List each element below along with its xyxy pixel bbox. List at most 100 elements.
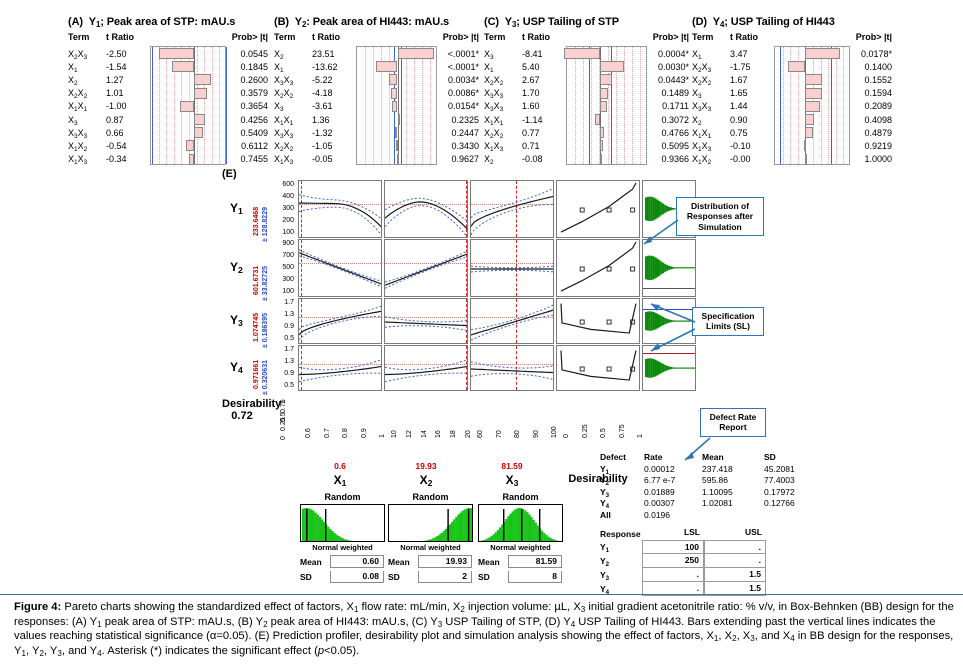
row-prob: 0.4766 xyxy=(661,127,689,138)
spec-row-usl[interactable]: . xyxy=(704,540,766,554)
profiler-cell[interactable] xyxy=(298,180,382,238)
defect-row-sd: 0.12766 xyxy=(764,498,795,508)
profiler-cell[interactable] xyxy=(470,180,554,238)
profiler-cell[interactable] xyxy=(470,345,554,391)
profiler-desirability-cell[interactable] xyxy=(556,298,640,344)
row-term: X1 xyxy=(274,61,284,74)
profiler-curve xyxy=(385,250,467,289)
spec-row-usl[interactable]: 1.5 xyxy=(704,568,766,582)
profiler-curve xyxy=(471,361,553,380)
caption-divider xyxy=(0,594,963,595)
profiler-cell[interactable] xyxy=(384,239,468,297)
profiler-factor-setting[interactable]: 19.93 xyxy=(384,461,468,471)
row-prob: 0.0004* xyxy=(657,48,689,59)
defect-row-rate: 0.00012 xyxy=(644,463,675,474)
row-term: X2X2 xyxy=(274,88,294,101)
profiler-y-tick: 600 xyxy=(282,181,294,188)
random-sd-value[interactable]: 2 xyxy=(418,571,472,583)
defect-table-row: All 0.0196 xyxy=(600,510,822,522)
defect-row-mean: 1.02081 xyxy=(702,498,733,508)
random-mean-value[interactable]: 19.93 xyxy=(418,555,472,568)
random-mean-value[interactable]: 0.60 xyxy=(330,555,384,568)
profiler-curve xyxy=(299,359,381,383)
profiler-x-tick: 0.7 xyxy=(323,428,331,438)
row-tratio: 0.71 xyxy=(522,140,540,151)
row-prob: 0.7455 xyxy=(240,154,268,165)
pareto-row: X1X3 -0.34 0.7455 xyxy=(68,153,268,166)
profiler-cell[interactable] xyxy=(298,239,382,297)
panel-title-d: (D) Y4; USP Tailing of HI443 xyxy=(692,16,835,29)
pareto-row: X2X2 0.77 0.4766 xyxy=(484,126,689,140)
row-prob: 0.9627 xyxy=(451,154,479,165)
profiler-desirability-cell[interactable] xyxy=(556,180,640,238)
row-bar-slot xyxy=(356,47,439,60)
profiler-cell[interactable] xyxy=(384,180,468,238)
row-tratio: -5.22 xyxy=(312,74,333,85)
col-header-tratio: t Ratio xyxy=(730,32,758,42)
profiler-factor-setting[interactable]: 0.6 xyxy=(298,461,382,471)
desirability-label: Desirability xyxy=(222,398,282,410)
spec-row-lsl[interactable]: . xyxy=(642,568,704,582)
profiler-predicted-value: 233.6468 xyxy=(253,206,260,236)
profiler-cell[interactable] xyxy=(384,298,468,344)
row-bar-slot xyxy=(566,126,649,139)
row-bar-slot xyxy=(356,113,439,126)
row-bar-slot xyxy=(356,100,439,113)
desirability-curve xyxy=(560,241,637,292)
random-sd-row: SD 8 xyxy=(478,571,563,583)
profiler-desirability-cell[interactable] xyxy=(556,345,640,391)
random-sd-value[interactable]: 0.08 xyxy=(330,571,384,583)
defect-table-row: Y2 6.77 e-7 595.86 77.4003 xyxy=(600,475,822,487)
pareto-header: Term t Ratio Prob> |t| xyxy=(484,32,689,44)
callout-spec-limits: Specification Limits (SL) xyxy=(692,307,764,336)
profiler-cell[interactable] xyxy=(470,239,554,297)
col-header-tratio: t Ratio xyxy=(106,32,134,42)
spec-table-row: Y2 250. xyxy=(600,554,766,568)
panel-e-tag: (E) xyxy=(222,168,237,180)
defect-rate-table: Defect Rate Mean SD Y1 0.00012 237.418 45.2081 Y… xyxy=(600,452,822,521)
random-sd-value[interactable]: 8 xyxy=(508,571,562,583)
pareto-panel-d: (D) Y4; USP Tailing of HI443 Term t Ratio P… xyxy=(692,16,892,166)
spec-row-lsl[interactable]: 250 xyxy=(642,554,704,568)
random-mean-value[interactable]: 81.59 xyxy=(508,555,562,568)
profiler-x-tick: 20 xyxy=(465,430,472,438)
profiler-y-tick: 300 xyxy=(282,276,294,283)
profiler-desirability-cell[interactable] xyxy=(556,239,640,297)
row-prob: 0.9366 xyxy=(661,154,689,165)
row-term: X2 xyxy=(484,154,494,167)
profiler-x-tick: 10 xyxy=(391,430,398,438)
profiler-cell[interactable] xyxy=(384,345,468,391)
row-tratio: -1.54 xyxy=(106,61,127,72)
random-sd-label: SD xyxy=(478,572,490,582)
row-prob: 0.4879 xyxy=(864,127,892,138)
defect-row-sd: 0.17972 xyxy=(764,486,795,497)
profiler-cell[interactable] xyxy=(298,345,382,391)
row-bar-slot xyxy=(356,139,439,152)
pareto-row: X2 -0.08 0.9366 xyxy=(484,153,689,166)
row-tratio: -0.05 xyxy=(312,154,333,165)
row-term: X2 xyxy=(68,74,78,87)
row-prob: 0.1489 xyxy=(661,88,689,99)
row-term: X2X2 xyxy=(484,127,504,140)
profiler-cell[interactable] xyxy=(298,298,382,344)
row-prob: 0.5409 xyxy=(240,127,268,138)
row-tratio: 1.01 xyxy=(106,88,124,99)
spec-row-usl[interactable]: . xyxy=(704,554,766,568)
desirability-row-label: Desirability 0.72 xyxy=(222,398,281,422)
col-header-term: Term xyxy=(484,32,506,42)
callout-arrow-spec-lower xyxy=(650,328,696,352)
profiler-x-tick: 0.9 xyxy=(360,428,368,438)
row-bar-slot xyxy=(566,100,649,113)
defect-col-defect: Defect xyxy=(600,452,626,462)
pareto-row: X2X2 1.67 0.1552 xyxy=(692,73,892,87)
defect-row-mean: 237.418 xyxy=(702,463,733,474)
row-prob: 0.5095 xyxy=(661,140,689,151)
spec-row-lsl[interactable]: 100 xyxy=(642,540,704,554)
row-term: X1X3 xyxy=(274,154,294,167)
profiler-factor-setting[interactable]: 81.59 xyxy=(470,461,554,471)
profiler-y-tick: 900 xyxy=(282,240,294,247)
row-tratio: 3.47 xyxy=(730,48,748,59)
row-prob: 0.2325 xyxy=(451,114,479,125)
profiler-cell[interactable] xyxy=(470,298,554,344)
profiler-x-tick: 12 xyxy=(405,430,413,438)
